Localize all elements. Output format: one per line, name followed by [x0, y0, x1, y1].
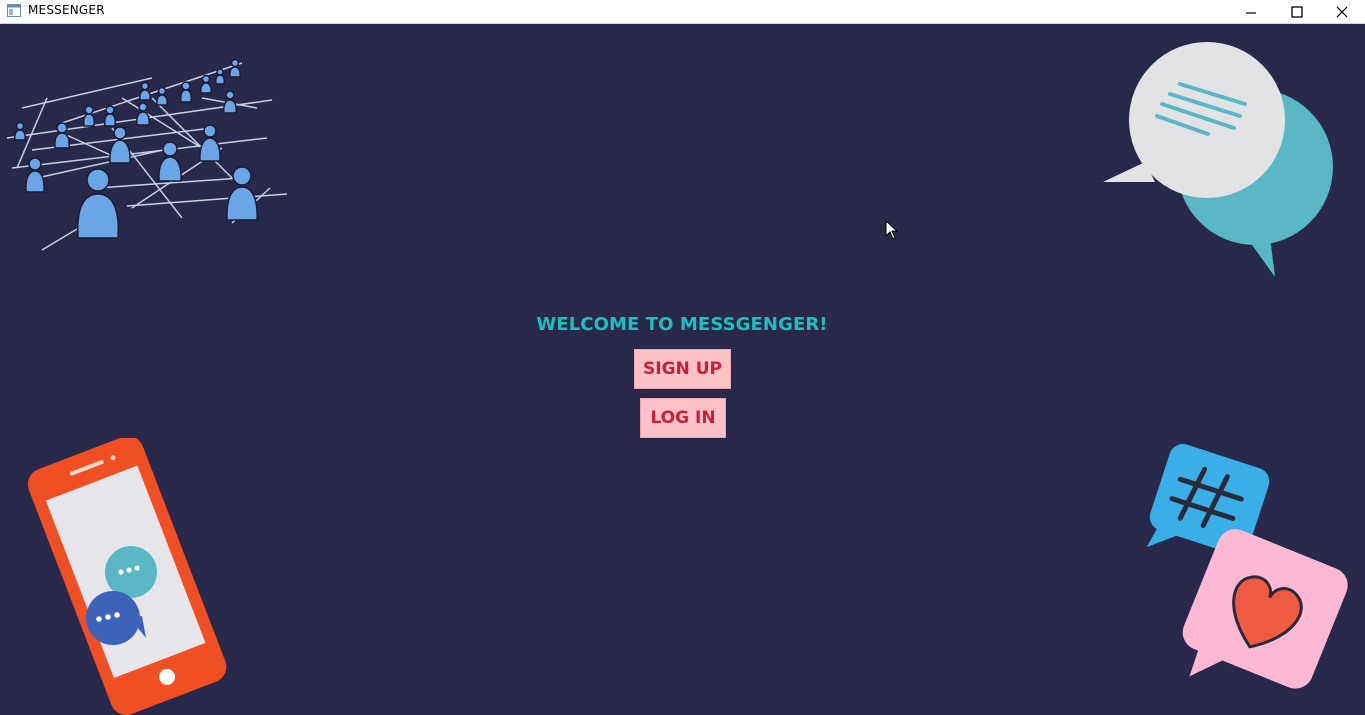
minimize-button[interactable]: [1228, 0, 1274, 23]
phone-chat-icon: [27, 438, 227, 715]
sign-up-button[interactable]: SIGN UP: [634, 349, 731, 389]
minimize-icon: [1246, 11, 1256, 14]
network-people-icon: [6, 58, 288, 251]
welcome-heading: WELCOME TO MESSGENGER!: [536, 314, 828, 335]
main-window: WELCOME TO MESSGENGER! SIGN UP LOG IN: [0, 24, 1365, 715]
log-in-button[interactable]: LOG IN: [640, 398, 726, 438]
hashtag-heart-bubbles-icon: [1146, 444, 1348, 689]
close-icon: [1336, 6, 1348, 17]
maximize-button[interactable]: [1274, 0, 1320, 23]
close-button[interactable]: [1319, 0, 1365, 23]
maximize-icon: [1291, 5, 1303, 18]
app-icon: [7, 4, 21, 17]
speech-bubbles-icon: [1103, 42, 1333, 277]
window-title: MESSENGER: [28, 3, 105, 17]
title-bar[interactable]: MESSENGER: [0, 0, 1365, 24]
mouse-cursor-icon: [885, 220, 899, 240]
